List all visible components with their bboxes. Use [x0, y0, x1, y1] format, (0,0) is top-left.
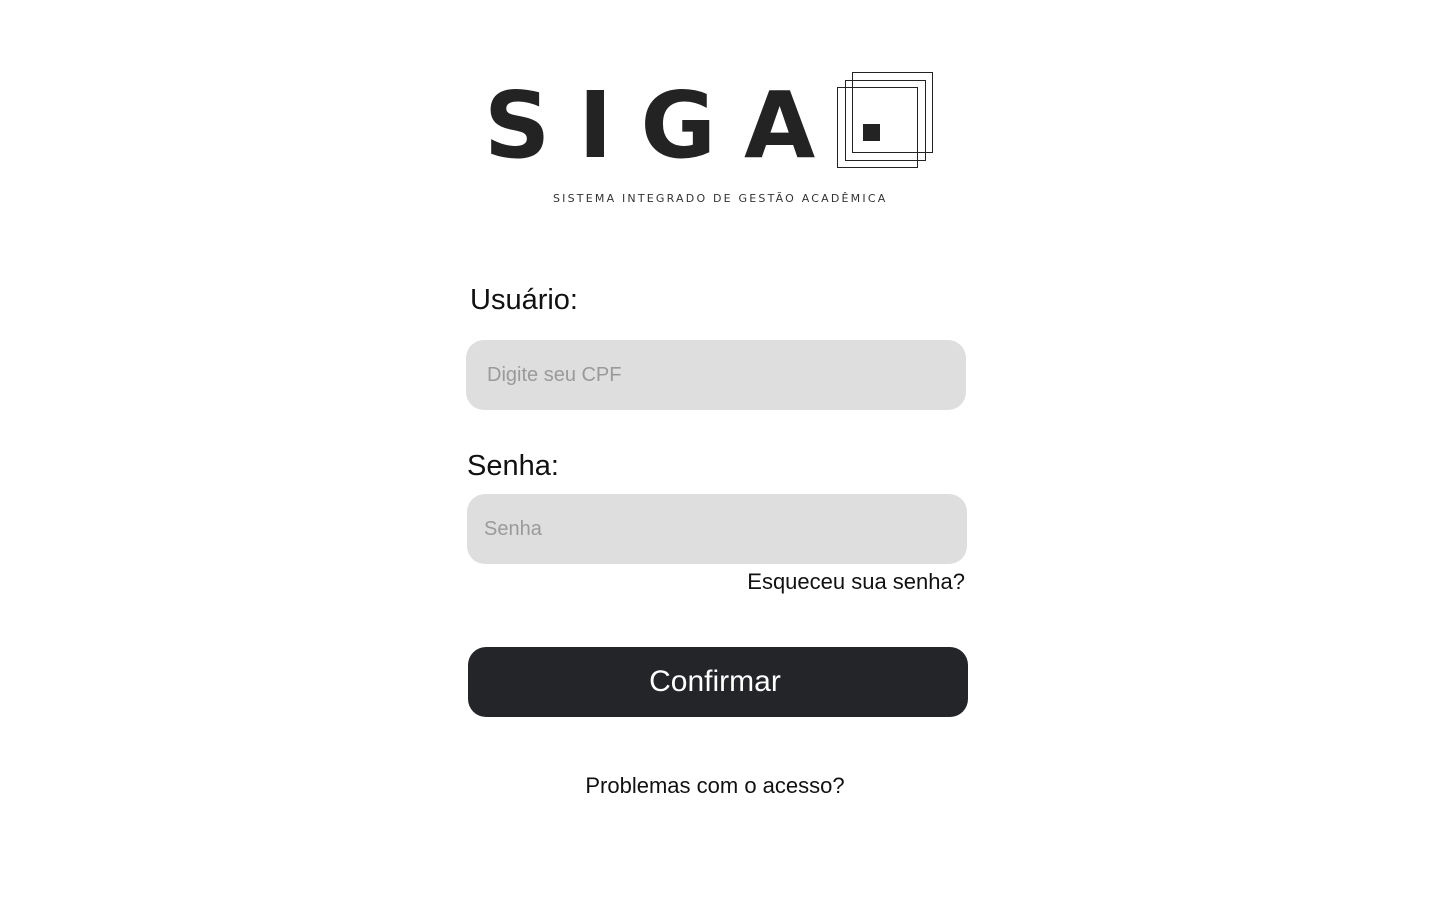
cpf-input[interactable]: [466, 340, 966, 410]
forgot-password-link[interactable]: Esqueceu sua senha?: [747, 569, 965, 595]
password-input[interactable]: [467, 494, 967, 564]
nested-squares-icon: [837, 72, 933, 168]
logo-wordmark: SIGA: [484, 72, 844, 179]
user-label: Usuário:: [470, 284, 578, 316]
login-page: SIGA SISTEMA INTEGRADO DE GESTÃO ACADÊMI…: [0, 0, 1440, 900]
confirm-button[interactable]: Confirmar: [468, 647, 968, 717]
password-label: Senha:: [467, 450, 559, 482]
logo-subtitle: SISTEMA INTEGRADO DE GESTÃO ACADÊMICA: [553, 192, 888, 205]
access-problems-link[interactable]: Problemas com o acesso?: [0, 773, 1430, 799]
siga-logo: SIGA SISTEMA INTEGRADO DE GESTÃO ACADÊMI…: [484, 70, 936, 210]
